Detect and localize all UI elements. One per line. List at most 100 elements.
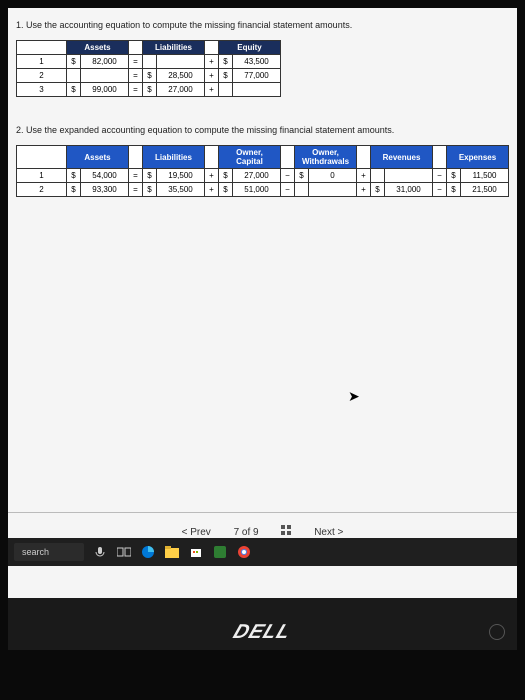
cell-currency: $ — [143, 83, 157, 97]
cell-liabilities: 28,500 — [157, 69, 205, 83]
table-q1: Company Assets Liabilities Equity 1 $ 82… — [16, 40, 281, 97]
hdr-minus: − — [433, 146, 447, 169]
cell-eq: = — [129, 169, 143, 183]
hdr-revenues: Revenues — [371, 146, 433, 169]
cell-liabilities: 35,500 — [157, 183, 205, 197]
microphone-icon[interactable] — [92, 544, 108, 560]
input-assets-cur[interactable] — [67, 69, 81, 83]
cell-plus: + — [205, 55, 219, 69]
hdr-assets: Assets — [67, 146, 129, 169]
hdr-liabilities: Liabilities — [143, 41, 205, 55]
cell-currency: $ — [219, 183, 233, 197]
input-liab-cur[interactable] — [143, 55, 157, 69]
cell-currency: $ — [219, 55, 233, 69]
pagination-bar: < Prev 7 of 9 Next > — [8, 504, 517, 538]
input-owner-withdrawals[interactable] — [309, 183, 357, 197]
cell-company: 2 — [17, 183, 67, 197]
windows-taskbar: search — [8, 538, 517, 566]
cell-currency: $ — [447, 183, 461, 197]
input-revenues[interactable] — [385, 169, 433, 183]
cell-company: 1 — [17, 55, 67, 69]
cell-expenses: 21,500 — [461, 183, 509, 197]
edge-icon[interactable] — [140, 544, 156, 560]
taskbar-search[interactable]: search — [14, 543, 84, 561]
input-ow-cur[interactable] — [295, 183, 309, 197]
cell-currency: $ — [371, 183, 385, 197]
cell-minus: − — [433, 169, 447, 183]
cell-eq: = — [129, 183, 143, 197]
prev-button[interactable]: < Prev — [182, 527, 211, 538]
cell-expenses: 11,500 — [461, 169, 509, 183]
table-row: 3 $ 99,000 = $ 27,000 + — [17, 83, 281, 97]
cell-plus: + — [205, 183, 219, 197]
hdr-plus — [205, 41, 219, 55]
table-row: 1 $ 82,000 = + $ 43,500 — [17, 55, 281, 69]
cell-minus: − — [281, 169, 295, 183]
cell-equity: 77,000 — [233, 69, 281, 83]
cell-company: 3 — [17, 83, 67, 97]
power-button-icon — [489, 624, 505, 640]
mouse-cursor-icon: ➤ — [348, 388, 360, 405]
cell-owner-withdrawals: 0 — [309, 169, 357, 183]
hdr-liabilities: Liabilities — [143, 146, 205, 169]
cell-eq: = — [129, 55, 143, 69]
cell-plus: + — [205, 69, 219, 83]
cell-liabilities: 27,000 — [157, 83, 205, 97]
hdr-owner-capital: Owner, Capital — [219, 146, 281, 169]
question-1-prompt: 1. Use the accounting equation to comput… — [16, 20, 509, 30]
divider — [8, 512, 517, 513]
hdr-plus: + — [205, 146, 219, 169]
cell-minus: − — [281, 183, 295, 197]
table-q2: Company Assets = Liabilities + Owner, Ca… — [16, 145, 509, 197]
cell-revenues: 31,000 — [385, 183, 433, 197]
chrome-icon[interactable] — [236, 544, 252, 560]
cell-currency: $ — [67, 83, 81, 97]
hdr-eq: = — [129, 146, 143, 169]
cell-owner-capital: 27,000 — [233, 169, 281, 183]
store-icon[interactable] — [188, 544, 204, 560]
hdr-owner-withdrawals: Owner, Withdrawals — [295, 146, 357, 169]
cell-currency: $ — [447, 169, 461, 183]
cell-plus: + — [205, 169, 219, 183]
cell-currency: $ — [143, 69, 157, 83]
cell-minus: − — [433, 183, 447, 197]
cell-owner-capital: 51,000 — [233, 183, 281, 197]
input-assets[interactable] — [81, 69, 129, 83]
hdr-company: Company — [17, 41, 67, 55]
hdr-minus: − — [281, 146, 295, 169]
input-equity[interactable] — [233, 83, 281, 97]
cell-plus: + — [357, 169, 371, 183]
hdr-equity: Equity — [219, 41, 281, 55]
hdr-assets: Assets — [67, 41, 129, 55]
next-button[interactable]: Next > — [314, 527, 343, 538]
question-2-prompt: 2. Use the expanded accounting equation … — [16, 125, 509, 135]
hdr-plus: + — [357, 146, 371, 169]
cell-assets: 93,300 — [81, 183, 129, 197]
cell-currency: $ — [143, 169, 157, 183]
cell-plus: + — [205, 83, 219, 97]
table-header-row: Company Assets Liabilities Equity — [17, 41, 281, 55]
cell-eq: = — [129, 83, 143, 97]
input-rev-cur[interactable] — [371, 169, 385, 183]
cell-assets: 54,000 — [81, 169, 129, 183]
screen-content: 1. Use the accounting equation to comput… — [8, 8, 517, 598]
app-icon[interactable] — [212, 544, 228, 560]
cell-company: 2 — [17, 69, 67, 83]
hdr-expenses: Expenses — [447, 146, 509, 169]
cell-currency: $ — [143, 183, 157, 197]
table-row: 1 $ 54,000 = $ 19,500 + $ 27,000 − $ 0 +… — [17, 169, 509, 183]
monitor-bezel: 1. Use the accounting equation to comput… — [0, 0, 525, 700]
dell-logo: DELL — [8, 621, 517, 644]
input-equity-cur[interactable] — [219, 83, 233, 97]
table-header-row: Company Assets = Liabilities + Owner, Ca… — [17, 146, 509, 169]
task-view-icon[interactable] — [116, 544, 132, 560]
grid-view-icon[interactable] — [281, 527, 294, 538]
file-explorer-icon[interactable] — [164, 544, 180, 560]
cell-equity: 43,500 — [233, 55, 281, 69]
table-row: 2 = $ 28,500 + $ 77,000 — [17, 69, 281, 83]
input-liabilities[interactable] — [157, 55, 205, 69]
cell-currency: $ — [219, 69, 233, 83]
cell-currency: $ — [67, 55, 81, 69]
page-position: 7 of 9 — [234, 527, 259, 538]
cell-company: 1 — [17, 169, 67, 183]
